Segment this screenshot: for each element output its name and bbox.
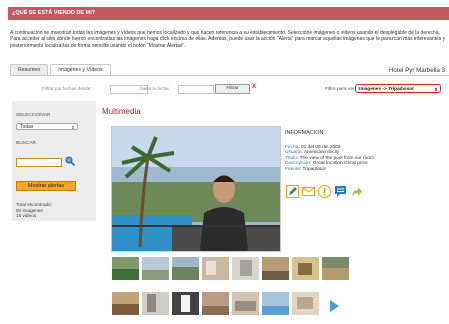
thumbnail[interactable] [322, 257, 349, 280]
thumbnail[interactable] [142, 292, 169, 315]
multimedia-title: Multimedia [102, 107, 141, 116]
date-from-label: Filtrar por fechas desde: [42, 86, 92, 91]
clear-filter-button[interactable]: X [252, 84, 256, 90]
info-description-value: Great location Great price [312, 161, 368, 167]
date-to-label: hasta la fecha: [140, 86, 170, 91]
info-user-value: AmericaninSicily [303, 150, 340, 156]
info-source-key: Fuente: [285, 166, 302, 172]
alert-icon[interactable] [318, 185, 331, 198]
thumbnail[interactable] [112, 292, 139, 315]
thumbnail[interactable] [142, 257, 169, 280]
section-header: ¿QUÉ SE ESTÁ VIENDO DE MI? [8, 7, 449, 20]
edit-icon[interactable] [286, 185, 299, 198]
select-heading: SELECCIONAR [16, 113, 51, 118]
main-photo[interactable] [111, 126, 281, 252]
view-filter-label: Filtre para ver [325, 87, 355, 92]
info-panel: INFORMACION Fecha: 01 del 06 del 2005 Us… [285, 130, 374, 173]
thumbnail-row-1 [112, 257, 349, 280]
thumbnail[interactable] [202, 292, 229, 315]
thumbnail[interactable] [232, 292, 259, 315]
chevron-down-icon: ⇕ [434, 87, 438, 92]
action-icons [286, 185, 363, 198]
thumbnail[interactable] [202, 257, 229, 280]
search-input[interactable] [16, 158, 62, 167]
thumbnail[interactable] [112, 257, 139, 280]
total-videos: 15 videos [16, 213, 37, 218]
email-icon[interactable] [302, 185, 315, 198]
info-user-key: Usuario: [285, 150, 303, 156]
play-next-icon[interactable] [330, 300, 339, 312]
filter-button[interactable]: Filtrar [215, 84, 250, 94]
section-title: ¿QUÉ SE ESTÁ VIENDO DE MI? [12, 10, 96, 16]
share-icon[interactable] [350, 185, 363, 198]
thumbnail[interactable] [232, 257, 259, 280]
info-source-value: Tripadvisor [302, 166, 327, 172]
sidebar: SELECCIONAR Todas ⇕ BUSCAR Mostrar alert… [12, 101, 96, 221]
thumbnail[interactable] [292, 292, 319, 315]
comment-icon[interactable] [334, 185, 347, 198]
search-icon[interactable] [65, 156, 75, 166]
thumbnail[interactable] [172, 292, 199, 315]
thumbnail[interactable] [292, 257, 319, 280]
info-description-key: Descripción: [285, 161, 312, 167]
select-value: Todas [20, 124, 34, 130]
thumbnail[interactable] [262, 257, 289, 280]
intro-text: A continuación se muestran todas las imá… [10, 30, 446, 49]
info-heading: INFORMACION [285, 130, 324, 136]
info-date-key: Fecha: [285, 144, 300, 150]
total-label: Total encontrado: [16, 202, 52, 207]
show-alerts-button[interactable]: Mostrar alertas [16, 181, 76, 191]
totals: Total encontrado: 50 imagenes 15 videos [16, 202, 52, 219]
thumbnail[interactable] [262, 292, 289, 315]
select-dropdown[interactable]: Todas ⇕ [16, 123, 78, 130]
top-strip [0, 0, 449, 7]
thumbnail-row-2 [112, 292, 319, 315]
search-heading: BUSCAR [16, 141, 36, 146]
chevron-down-icon: ⇕ [71, 125, 75, 130]
info-date-value: 01 del 06 del 2005 [301, 144, 341, 150]
date-to-input[interactable] [178, 85, 214, 94]
info-source: Fuente: Tripadvisor [285, 167, 374, 173]
view-filter-select[interactable]: Imágenes -> Tripadvisor ⇕ [355, 84, 441, 93]
view-filter-value: Imágenes -> Tripadvisor [359, 87, 415, 92]
thumbnail[interactable] [172, 257, 199, 280]
filter-row: Filtrar por fechas desde: hasta la fecha… [14, 82, 449, 96]
hotel-name: Hotel Pyr Marbella 3 [388, 67, 445, 74]
